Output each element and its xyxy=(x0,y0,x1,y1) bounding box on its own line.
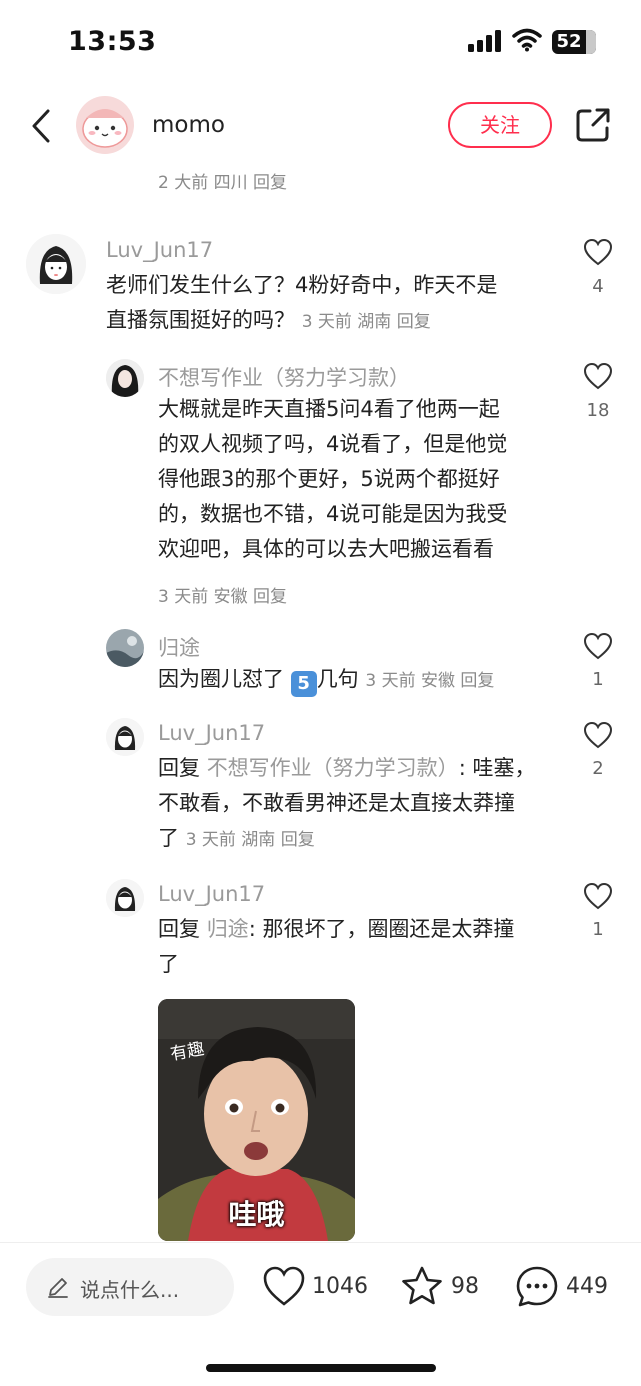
comment-text: 大概就是昨天直播5问4看了他两一起 的双人视频了吗，4说看了，但是他觉 得他跟3… xyxy=(158,392,568,567)
comment-username[interactable]: 归途 xyxy=(158,632,200,662)
like-count: 18 xyxy=(586,400,610,421)
comment-username[interactable]: Luv_Jun17 xyxy=(158,721,265,745)
home-indicator[interactable] xyxy=(206,1364,436,1372)
comment-text-segment: 了 xyxy=(158,826,179,850)
author-name[interactable]: momo xyxy=(152,112,225,138)
like-count: 1 xyxy=(592,919,604,940)
comment-bubble-icon[interactable] xyxy=(515,1265,559,1309)
comment-text-line: 的双人视频了吗，4说看了，但是他觉 xyxy=(158,432,508,456)
star-count: 98 xyxy=(451,1274,479,1299)
comment-meta[interactable]: 3 天前 湖南 回复 xyxy=(186,830,315,850)
like-count: 2 xyxy=(592,758,604,779)
keycap-digit-badge: 5 xyxy=(290,671,317,697)
heart-icon[interactable] xyxy=(583,882,613,910)
comment-count: 449 xyxy=(566,1274,608,1299)
wifi-icon xyxy=(512,28,542,52)
comment-text: 回复 不想写作业（努力学习款）: 哇塞， 不敢看，不敢看男神还是太直接太莽撞 了… xyxy=(158,751,578,858)
comment-text-segment: : 那很坏了，圈圈还是太莽撞 xyxy=(248,917,515,941)
star-icon[interactable] xyxy=(400,1265,444,1307)
back-chevron-icon[interactable] xyxy=(28,108,56,144)
follow-button[interactable]: 关注 xyxy=(448,102,552,148)
comment-text: 回复 归途: 那很坏了，圈圈还是太莽撞 了 xyxy=(158,912,578,982)
avatar[interactable] xyxy=(106,718,144,756)
comment-text: 老师们发生什么了？4粉好奇中，昨天不是 直播氛围挺好的吗？ 3 天前 湖南 回复 xyxy=(106,268,576,340)
cellular-signal-icon xyxy=(468,30,502,52)
comment-meta[interactable]: 3 天前 湖南 回复 xyxy=(302,312,431,332)
comment-text-line: 欢迎吧，具体的可以去大吧搬运看看 xyxy=(158,537,494,561)
comment-text-segment: 直播氛围挺好的吗？ xyxy=(106,308,295,332)
reply-to-username[interactable]: 不想写作业（努力学习款） xyxy=(207,756,459,780)
comment-text: 因为圈儿怼了 5 几句 3 天前 安徽 回复 xyxy=(158,662,568,699)
status-time: 13:53 xyxy=(68,26,157,57)
avatar[interactable] xyxy=(106,879,144,917)
comment-username[interactable]: Luv_Jun17 xyxy=(158,882,265,906)
avatar[interactable] xyxy=(106,359,144,397)
comment-input-placeholder[interactable]: 说点什么... xyxy=(80,1274,179,1303)
comment-text-line: 不敢看，不敢看男神还是太直接太莽撞 xyxy=(158,791,515,815)
reply-prefix: 回复 xyxy=(158,917,200,941)
comment-text-line: 的，数据也不错，4说可能是因为我受 xyxy=(158,502,508,526)
comment-text-line: 老师们发生什么了？4粉好奇中，昨天不是 xyxy=(106,273,498,297)
like-count-total: 1046 xyxy=(312,1274,368,1299)
comment-text-line: 了 xyxy=(158,952,179,976)
share-icon[interactable] xyxy=(574,106,612,144)
previous-comment-meta: 2 大前 四川 回复 xyxy=(158,173,288,193)
avatar[interactable] xyxy=(26,234,86,294)
heart-icon[interactable] xyxy=(583,721,613,749)
avatar[interactable] xyxy=(106,629,144,667)
battery-level: 52 xyxy=(556,31,582,52)
comment-meta[interactable]: 3 天前 安徽 回复 xyxy=(158,582,287,607)
comment-text-segment: 几句 xyxy=(316,667,359,691)
comment-username[interactable]: 不想写作业（努力学习款） xyxy=(158,362,410,392)
heart-icon[interactable] xyxy=(262,1265,306,1307)
pencil-icon xyxy=(48,1278,68,1298)
heart-icon[interactable] xyxy=(583,632,613,660)
comment-text-segment: 因为圈儿怼了 xyxy=(158,667,284,691)
comment-text-line: 得他跟3的那个更好，5说两个都挺好 xyxy=(158,467,500,491)
like-count: 4 xyxy=(592,276,604,297)
comment-username[interactable]: Luv_Jun17 xyxy=(106,238,213,262)
comment-meta[interactable]: 3 天前 安徽 回复 xyxy=(365,671,494,691)
author-avatar[interactable] xyxy=(76,96,134,154)
comment-text-line: 大概就是昨天直播5问4看了他两一起 xyxy=(158,397,500,421)
comment-text-segment: : 哇塞， xyxy=(458,756,536,780)
comment-text-line: 直播氛围挺好的吗？ 3 天前 湖南 回复 xyxy=(106,303,576,340)
heart-icon[interactable] xyxy=(583,238,613,266)
comment-text-line: 回复 不想写作业（努力学习款）: 哇塞， xyxy=(158,751,578,786)
comment-text-line: 了 3 天前 湖南 回复 xyxy=(158,821,578,858)
sticker-image[interactable]: 有趣 哇哦 xyxy=(158,999,355,1241)
heart-icon[interactable] xyxy=(583,362,613,390)
comment-text-line: 回复 归途: 那很坏了，圈圈还是太莽撞 xyxy=(158,912,578,947)
reply-prefix: 回复 xyxy=(158,756,200,780)
battery-icon: 52 xyxy=(552,30,596,54)
reply-to-username[interactable]: 归途 xyxy=(207,917,249,941)
like-count: 1 xyxy=(592,669,604,690)
sticker-caption: 哇哦 xyxy=(228,1198,285,1231)
